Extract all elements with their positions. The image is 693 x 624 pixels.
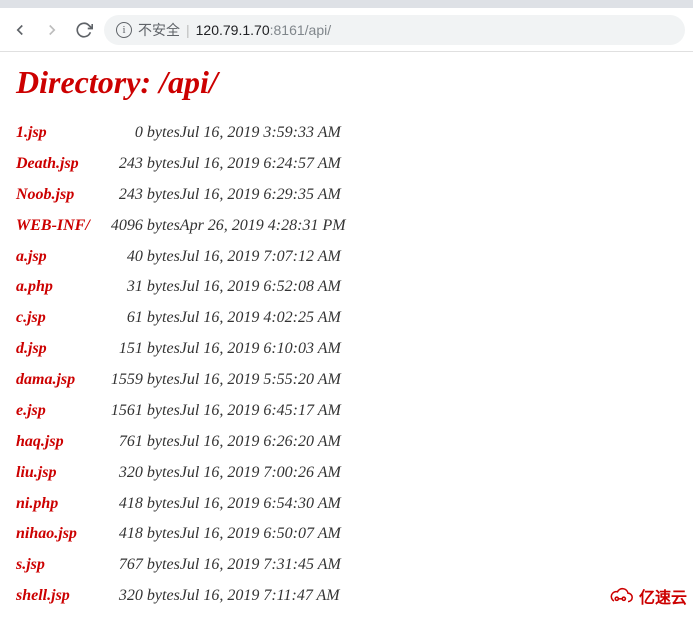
file-name-link[interactable]: ni.php bbox=[16, 489, 90, 520]
table-row: shell.jsp320 bytesJul 16, 2019 7:11:47 A… bbox=[16, 581, 346, 612]
table-row: dama.jsp1559 bytesJul 16, 2019 5:55:20 A… bbox=[16, 365, 346, 396]
file-name-link[interactable]: shell.jsp bbox=[16, 581, 90, 612]
table-row: liu.jsp320 bytesJul 16, 2019 7:00:26 AM bbox=[16, 458, 346, 489]
file-size: 418 bytes bbox=[90, 489, 180, 520]
page-title: Directory: /api/ bbox=[16, 64, 677, 102]
file-name-link[interactable]: d.jsp bbox=[16, 334, 90, 365]
file-date: Jul 16, 2019 7:07:12 AM bbox=[180, 242, 346, 273]
file-date: Jul 16, 2019 6:54:30 AM bbox=[180, 489, 346, 520]
file-name-link[interactable]: WEB-INF/ bbox=[16, 211, 90, 242]
file-name-link[interactable]: e.jsp bbox=[16, 396, 90, 427]
file-size: 1561 bytes bbox=[90, 396, 180, 427]
file-date: Jul 16, 2019 3:59:33 AM bbox=[180, 118, 346, 149]
file-size: 418 bytes bbox=[90, 519, 180, 550]
watermark-text: 亿速云 bbox=[639, 584, 687, 608]
file-name-link[interactable]: c.jsp bbox=[16, 303, 90, 334]
file-name-link[interactable]: haq.jsp bbox=[16, 427, 90, 458]
file-date: Apr 26, 2019 4:28:31 PM bbox=[180, 211, 346, 242]
watermark: 亿速云 bbox=[607, 584, 687, 608]
file-size: 243 bytes bbox=[90, 180, 180, 211]
file-date: Jul 16, 2019 6:45:17 AM bbox=[180, 396, 346, 427]
file-date: Jul 16, 2019 6:10:03 AM bbox=[180, 334, 346, 365]
forward-button[interactable] bbox=[40, 18, 64, 42]
file-date: Jul 16, 2019 7:00:26 AM bbox=[180, 458, 346, 489]
file-name-link[interactable]: nihao.jsp bbox=[16, 519, 90, 550]
table-row: a.php31 bytesJul 16, 2019 6:52:08 AM bbox=[16, 272, 346, 303]
file-date: Jul 16, 2019 6:24:57 AM bbox=[180, 149, 346, 180]
table-row: c.jsp61 bytesJul 16, 2019 4:02:25 AM bbox=[16, 303, 346, 334]
file-size: 243 bytes bbox=[90, 149, 180, 180]
file-date: Jul 16, 2019 6:26:20 AM bbox=[180, 427, 346, 458]
table-row: haq.jsp761 bytesJul 16, 2019 6:26:20 AM bbox=[16, 427, 346, 458]
file-date: Jul 16, 2019 6:52:08 AM bbox=[180, 272, 346, 303]
back-button[interactable] bbox=[8, 18, 32, 42]
file-name-link[interactable]: a.jsp bbox=[16, 242, 90, 273]
url-path: :8161/api/ bbox=[270, 22, 332, 38]
table-row: a.jsp40 bytesJul 16, 2019 7:07:12 AM bbox=[16, 242, 346, 273]
file-size: 61 bytes bbox=[90, 303, 180, 334]
file-name-link[interactable]: liu.jsp bbox=[16, 458, 90, 489]
table-row: Noob.jsp243 bytesJul 16, 2019 6:29:35 AM bbox=[16, 180, 346, 211]
separator: | bbox=[186, 22, 190, 38]
url-host: 120.79.1.70 bbox=[196, 22, 270, 38]
file-size: 31 bytes bbox=[90, 272, 180, 303]
url-display: 120.79.1.70:8161/api/ bbox=[196, 22, 331, 38]
cloud-icon bbox=[607, 586, 635, 606]
file-name-link[interactable]: dama.jsp bbox=[16, 365, 90, 396]
file-size: 40 bytes bbox=[90, 242, 180, 273]
file-size: 1559 bytes bbox=[90, 365, 180, 396]
file-name-link[interactable]: Noob.jsp bbox=[16, 180, 90, 211]
file-size: 4096 bytes bbox=[90, 211, 180, 242]
file-name-link[interactable]: a.php bbox=[16, 272, 90, 303]
file-size: 761 bytes bbox=[90, 427, 180, 458]
table-row: d.jsp151 bytesJul 16, 2019 6:10:03 AM bbox=[16, 334, 346, 365]
security-status: 不安全 bbox=[138, 20, 180, 40]
browser-toolbar: i 不安全 | 120.79.1.70:8161/api/ bbox=[0, 8, 693, 52]
file-name-link[interactable]: 1.jsp bbox=[16, 118, 90, 149]
table-row: s.jsp767 bytesJul 16, 2019 7:31:45 AM bbox=[16, 550, 346, 581]
table-row: Death.jsp243 bytesJul 16, 2019 6:24:57 A… bbox=[16, 149, 346, 180]
tab-strip bbox=[0, 0, 693, 8]
file-size: 0 bytes bbox=[90, 118, 180, 149]
file-date: Jul 16, 2019 5:55:20 AM bbox=[180, 365, 346, 396]
directory-listing: 1.jsp0 bytesJul 16, 2019 3:59:33 AMDeath… bbox=[16, 118, 346, 612]
table-row: ni.php418 bytesJul 16, 2019 6:54:30 AM bbox=[16, 489, 346, 520]
table-row: WEB-INF/4096 bytesApr 26, 2019 4:28:31 P… bbox=[16, 211, 346, 242]
table-row: e.jsp1561 bytesJul 16, 2019 6:45:17 AM bbox=[16, 396, 346, 427]
file-size: 767 bytes bbox=[90, 550, 180, 581]
page-content: Directory: /api/ 1.jsp0 bytesJul 16, 201… bbox=[0, 52, 693, 624]
file-date: Jul 16, 2019 7:11:47 AM bbox=[180, 581, 346, 612]
table-row: nihao.jsp418 bytesJul 16, 2019 6:50:07 A… bbox=[16, 519, 346, 550]
file-size: 320 bytes bbox=[90, 458, 180, 489]
reload-button[interactable] bbox=[72, 18, 96, 42]
address-bar[interactable]: i 不安全 | 120.79.1.70:8161/api/ bbox=[104, 15, 685, 45]
file-size: 320 bytes bbox=[90, 581, 180, 612]
file-date: Jul 16, 2019 6:29:35 AM bbox=[180, 180, 346, 211]
site-info-icon[interactable]: i bbox=[116, 22, 132, 38]
file-name-link[interactable]: Death.jsp bbox=[16, 149, 90, 180]
file-date: Jul 16, 2019 7:31:45 AM bbox=[180, 550, 346, 581]
table-row: 1.jsp0 bytesJul 16, 2019 3:59:33 AM bbox=[16, 118, 346, 149]
file-size: 151 bytes bbox=[90, 334, 180, 365]
file-name-link[interactable]: s.jsp bbox=[16, 550, 90, 581]
file-date: Jul 16, 2019 6:50:07 AM bbox=[180, 519, 346, 550]
file-date: Jul 16, 2019 4:02:25 AM bbox=[180, 303, 346, 334]
